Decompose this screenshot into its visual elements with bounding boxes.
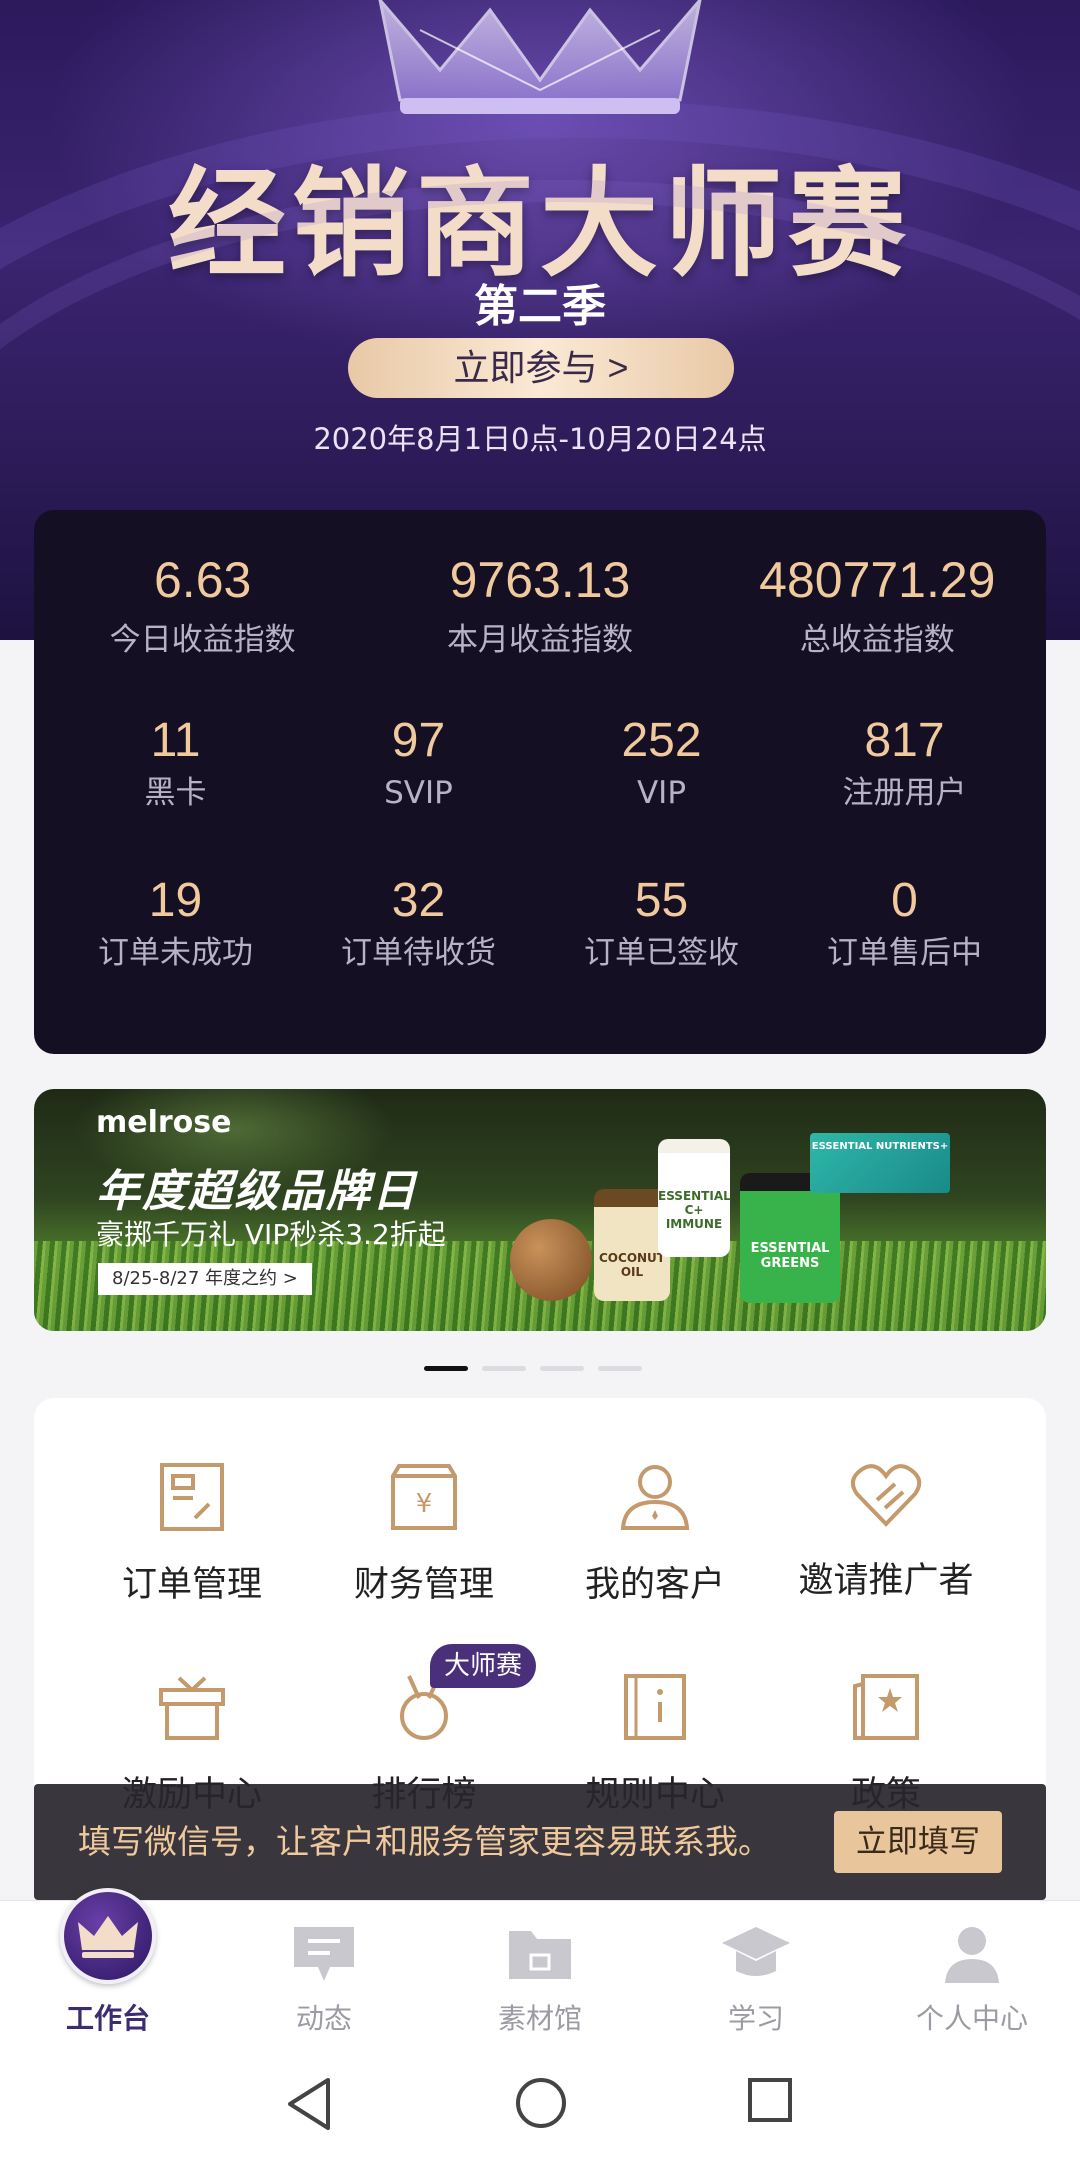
fill-now-button[interactable]: 立即填写 — [834, 1811, 1002, 1873]
pager-dot-active[interactable] — [424, 1366, 468, 1371]
menu-item-label: 订单管理 — [121, 1565, 262, 1605]
stat-orders-pending[interactable]: 32 订单待收货 — [297, 872, 540, 974]
folder-icon — [509, 1931, 571, 1979]
tab-label: 学习 — [727, 2002, 784, 2035]
stat-label: 注册用户 — [842, 775, 967, 811]
earnings-stats-card: 6.63 今日收益指数 9763.13 本月收益指数 480771.29 总收益… — [34, 510, 1046, 1054]
customer-icon — [620, 1465, 690, 1530]
stat-label: 订单未成功 — [98, 935, 253, 971]
product-label: COCONUT OIL — [599, 1251, 665, 1279]
stat-value: 32 — [391, 874, 446, 927]
tab-feed[interactable]: 动态 — [216, 1901, 432, 2047]
stat-orders-aftersale[interactable]: 0 订单售后中 — [783, 872, 1026, 974]
gift-icon — [159, 1676, 225, 1740]
stat-month-index[interactable]: 9763.13 本月收益指数 — [371, 550, 708, 662]
hero-subtitle: 第二季 — [474, 281, 606, 332]
recent-apps-icon[interactable] — [746, 2076, 794, 2124]
product-essential-nutrients: ESSENTIAL NUTRIENTS+ — [810, 1133, 950, 1193]
policy-icon — [853, 1674, 919, 1740]
wechat-reminder-toast: 填写微信号，让客户和服务管家更容易联系我。 立即填写 — [34, 1784, 1046, 1900]
tab-profile[interactable]: 个人中心 — [864, 1901, 1080, 2047]
promo-banner[interactable]: melrose 年度超级品牌日 豪掷千万礼 VIP秒杀3.2折起 8/25-8/… — [34, 1089, 1046, 1331]
order-stats-row: 19 订单未成功 32 订单待收货 55 订单已签收 0 订单售后中 — [34, 872, 1046, 974]
stat-label: SVIP — [384, 775, 453, 811]
stat-label: 订单已签收 — [584, 935, 739, 971]
stat-registered-users[interactable]: 817 注册用户 — [783, 712, 1026, 814]
stat-value: 0 — [891, 874, 918, 927]
product-label: ESSENTIAL GREENS — [750, 1241, 830, 1271]
stat-label: VIP — [636, 775, 687, 811]
menu-item-customers[interactable]: 我的客户 — [540, 1462, 770, 1607]
stat-black-card[interactable]: 11 黑卡 — [54, 712, 297, 814]
rules-icon — [624, 1674, 686, 1740]
stat-today-index[interactable]: 6.63 今日收益指数 — [34, 550, 371, 662]
menu-item-invite[interactable]: 邀请推广者 — [771, 1462, 1001, 1603]
hero-title: 经销商大师赛 — [167, 155, 912, 293]
stat-value: 9763.13 — [449, 552, 631, 608]
invite-icon — [850, 1464, 922, 1527]
pager-dot[interactable] — [482, 1366, 526, 1371]
tab-label: 动态 — [295, 2002, 352, 2035]
product-essential-c-immune: ESSENTIAL C+ IMMUNE — [658, 1139, 731, 1257]
bottom-tab-bar: 工作台 动态 素材馆 学习 个人中心 — [0, 1900, 1080, 2046]
join-now-button[interactable]: 立即参与 > — [348, 338, 734, 398]
svg-text:¥: ¥ — [416, 1489, 433, 1519]
stat-label: 订单售后中 — [827, 935, 982, 971]
stat-label: 总收益指数 — [799, 622, 955, 658]
product-label: ESSENTIAL C+ IMMUNE — [658, 1189, 731, 1231]
banner-headline: 年度超级品牌日 — [96, 1166, 418, 1217]
stat-value: 55 — [634, 874, 689, 927]
menu-item-label: 我的客户 — [584, 1565, 725, 1605]
menu-item-finance[interactable]: ¥ 财务管理 — [309, 1462, 539, 1607]
order-icon — [160, 1463, 224, 1531]
banner-date-tag: 8/25-8/27 年度之约 > — [98, 1263, 312, 1295]
stat-value: 252 — [621, 714, 702, 767]
stat-orders-received[interactable]: 55 订单已签收 — [540, 872, 783, 974]
stat-vip[interactable]: 252 VIP — [540, 712, 783, 814]
stat-label: 订单待收货 — [341, 935, 496, 971]
banner-pager — [0, 1366, 1080, 1372]
product-label: ESSENTIAL NUTRIENTS+ — [811, 1141, 949, 1152]
stat-value: 97 — [391, 714, 446, 767]
stat-value: 480771.29 — [759, 552, 996, 608]
finance-icon: ¥ — [391, 1464, 457, 1530]
stat-orders-failed[interactable]: 19 订单未成功 — [54, 872, 297, 974]
stat-label: 今日收益指数 — [109, 622, 296, 658]
ranking-master-badge: 大师赛 — [430, 1644, 537, 1688]
pager-dot[interactable] — [540, 1366, 584, 1371]
stat-value: 6.63 — [154, 552, 252, 608]
crown-icon — [378, 0, 702, 114]
stat-label: 本月收益指数 — [446, 622, 633, 658]
banner-subline: 豪掷千万礼 VIP秒杀3.2折起 — [96, 1218, 446, 1251]
tab-label: 工作台 — [65, 2002, 150, 2035]
earnings-index-row: 6.63 今日收益指数 9763.13 本月收益指数 480771.29 总收益… — [34, 550, 1046, 662]
stat-svip[interactable]: 97 SVIP — [297, 712, 540, 814]
tab-label: 个人中心 — [915, 2002, 1028, 2035]
crown-icon — [78, 1916, 138, 1958]
stat-label: 黑卡 — [144, 775, 207, 811]
tab-learning[interactable]: 学习 — [648, 1901, 864, 2047]
brand-logo: melrose — [96, 1105, 232, 1140]
tab-materials[interactable]: 素材馆 — [432, 1901, 648, 2047]
menu-item-orders[interactable]: 订单管理 — [77, 1462, 307, 1607]
stat-value: 19 — [148, 874, 203, 927]
home-icon[interactable] — [514, 2076, 568, 2130]
back-icon[interactable] — [284, 2076, 334, 2132]
stat-total-index[interactable]: 480771.29 总收益指数 — [709, 550, 1046, 662]
system-navigation-bar — [0, 2046, 1080, 2162]
coconut-image — [510, 1219, 592, 1301]
menu-item-label: 财务管理 — [353, 1565, 494, 1605]
member-stats-row: 11 黑卡 97 SVIP 252 VIP 817 注册用户 — [34, 712, 1046, 814]
event-date-range: 2020年8月1日0点-10月20日24点 — [313, 422, 767, 456]
person-icon — [945, 1927, 999, 1983]
pager-dot[interactable] — [598, 1366, 642, 1371]
stat-value: 11 — [150, 714, 201, 767]
stat-value: 817 — [864, 714, 945, 767]
workbench-crown-button[interactable] — [60, 1888, 156, 1984]
tab-label: 素材馆 — [497, 2002, 582, 2035]
chat-icon — [294, 1927, 354, 1981]
graduation-cap-icon — [722, 1927, 790, 1976]
menu-item-label: 邀请推广者 — [798, 1561, 974, 1601]
toast-message: 填写微信号，让客户和服务管家更容易联系我。 — [78, 1822, 771, 1861]
